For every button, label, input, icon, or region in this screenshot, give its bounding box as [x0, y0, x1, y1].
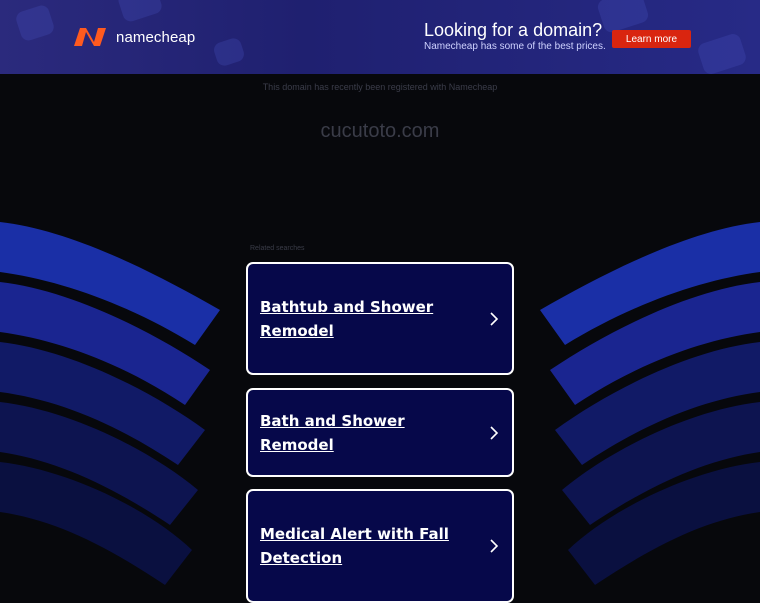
related-search-link[interactable]: Bath and Shower Remodel	[246, 388, 514, 477]
banner-decoration	[116, 0, 164, 24]
namecheap-banner: namecheap Looking for a domain? Namechea…	[0, 0, 760, 74]
namecheap-logo-icon	[74, 28, 106, 46]
banner-decoration	[211, 36, 247, 68]
promo-subtitle: Namecheap has some of the best prices.	[424, 41, 606, 52]
related-searches-label: Related searches	[250, 245, 305, 252]
related-search-label: Bath and Shower Remodel	[260, 411, 405, 454]
namecheap-logo[interactable]: namecheap	[72, 26, 195, 48]
related-search-link[interactable]: Bathtub and Shower Remodel	[246, 262, 514, 375]
banner-decoration	[696, 31, 748, 74]
registration-notice: This domain has recently been registered…	[262, 82, 498, 92]
logo-text: namecheap	[116, 28, 196, 46]
domain-name: cucutoto.com	[320, 120, 440, 142]
chevron-right-icon	[490, 311, 499, 326]
related-search-link[interactable]: Medical Alert with Fall Detection	[246, 489, 514, 603]
promo-title: Looking for a domain?	[424, 20, 603, 40]
chevron-right-icon	[490, 425, 499, 440]
related-search-label: Medical Alert with Fall Detection	[260, 525, 449, 567]
related-search-label: Bathtub and Shower Remodel	[260, 297, 434, 340]
chevron-right-icon	[490, 539, 499, 553]
banner-decoration	[14, 3, 56, 43]
learn-more-button[interactable]: Learn more	[612, 30, 691, 48]
